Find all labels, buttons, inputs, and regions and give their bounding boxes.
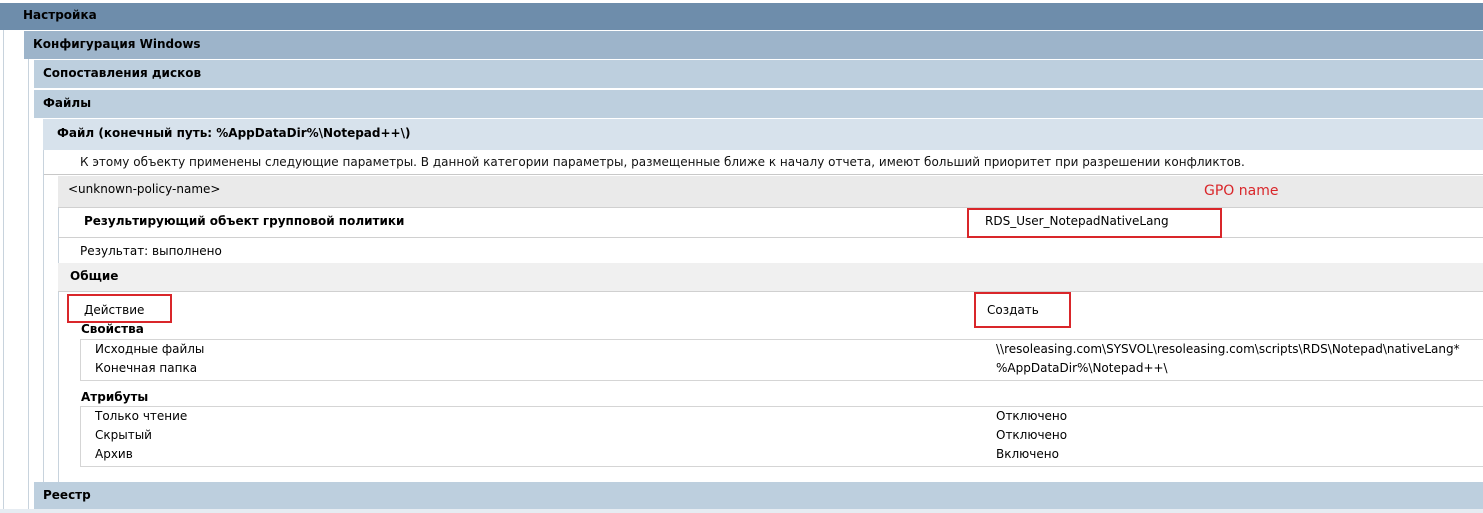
gpo-label: Результирующий объект групповой политики xyxy=(84,214,405,228)
section-header-settings[interactable]: Настройка xyxy=(0,3,1483,30)
attribute-name: Архив xyxy=(95,447,133,461)
property-value: \\resoleasing.com\SYSVOL\resoleasing.com… xyxy=(996,342,1460,356)
precedence-notice: К этому объекту применены следующие пара… xyxy=(44,151,1483,175)
attribute-value: Включено xyxy=(996,447,1059,461)
section-header-drive-maps[interactable]: Сопоставления дисков xyxy=(34,60,1483,88)
table-row: Исходные файлы \\resoleasing.com\SYSVOL\… xyxy=(81,340,1483,359)
annotation-box-action-label xyxy=(67,294,172,323)
annotation-box-gpo xyxy=(967,208,1222,238)
property-name: Исходные файлы xyxy=(95,342,205,356)
result-text: Результат: выполнено xyxy=(80,244,222,258)
annotation-box-action-value xyxy=(974,292,1071,328)
property-value: %AppDataDir%\Notepad++\ xyxy=(996,361,1168,375)
table-row: Скрытый Отключено xyxy=(81,426,1483,445)
indent-guide xyxy=(28,59,29,509)
attributes-table: Только чтение Отключено Скрытый Отключен… xyxy=(80,406,1483,467)
indent-guide xyxy=(58,208,59,482)
attribute-name: Скрытый xyxy=(95,428,152,442)
section-header-registry[interactable]: Реестр xyxy=(34,482,1483,510)
section-header-windows-config[interactable]: Конфигурация Windows xyxy=(24,31,1483,59)
property-name: Конечная папка xyxy=(95,361,198,375)
section-header-files[interactable]: Файлы xyxy=(34,90,1483,118)
general-header[interactable]: Общие xyxy=(58,263,1483,292)
indent-guide xyxy=(3,30,4,512)
attribute-name: Только чтение xyxy=(95,409,188,423)
row-divider xyxy=(58,237,1483,238)
gpo-name-annotation: GPO name xyxy=(1204,183,1279,199)
indent-guide xyxy=(43,150,44,482)
table-row: Архив Включено xyxy=(81,445,1483,464)
properties-table: Исходные файлы \\resoleasing.com\SYSVOL\… xyxy=(80,339,1483,381)
attributes-title: Атрибуты xyxy=(81,390,149,404)
table-row: Конечная папка %AppDataDir%\Notepad++\ xyxy=(81,359,1483,378)
properties-title: Свойства xyxy=(81,322,144,336)
attribute-value: Отключено xyxy=(996,428,1068,442)
table-row: Только чтение Отключено xyxy=(81,407,1483,426)
attribute-value: Отключено xyxy=(996,409,1068,423)
section-header-file-item[interactable]: Файл (конечный путь: %AppDataDir%\Notepa… xyxy=(43,119,1483,150)
bottom-divider xyxy=(0,509,1483,513)
